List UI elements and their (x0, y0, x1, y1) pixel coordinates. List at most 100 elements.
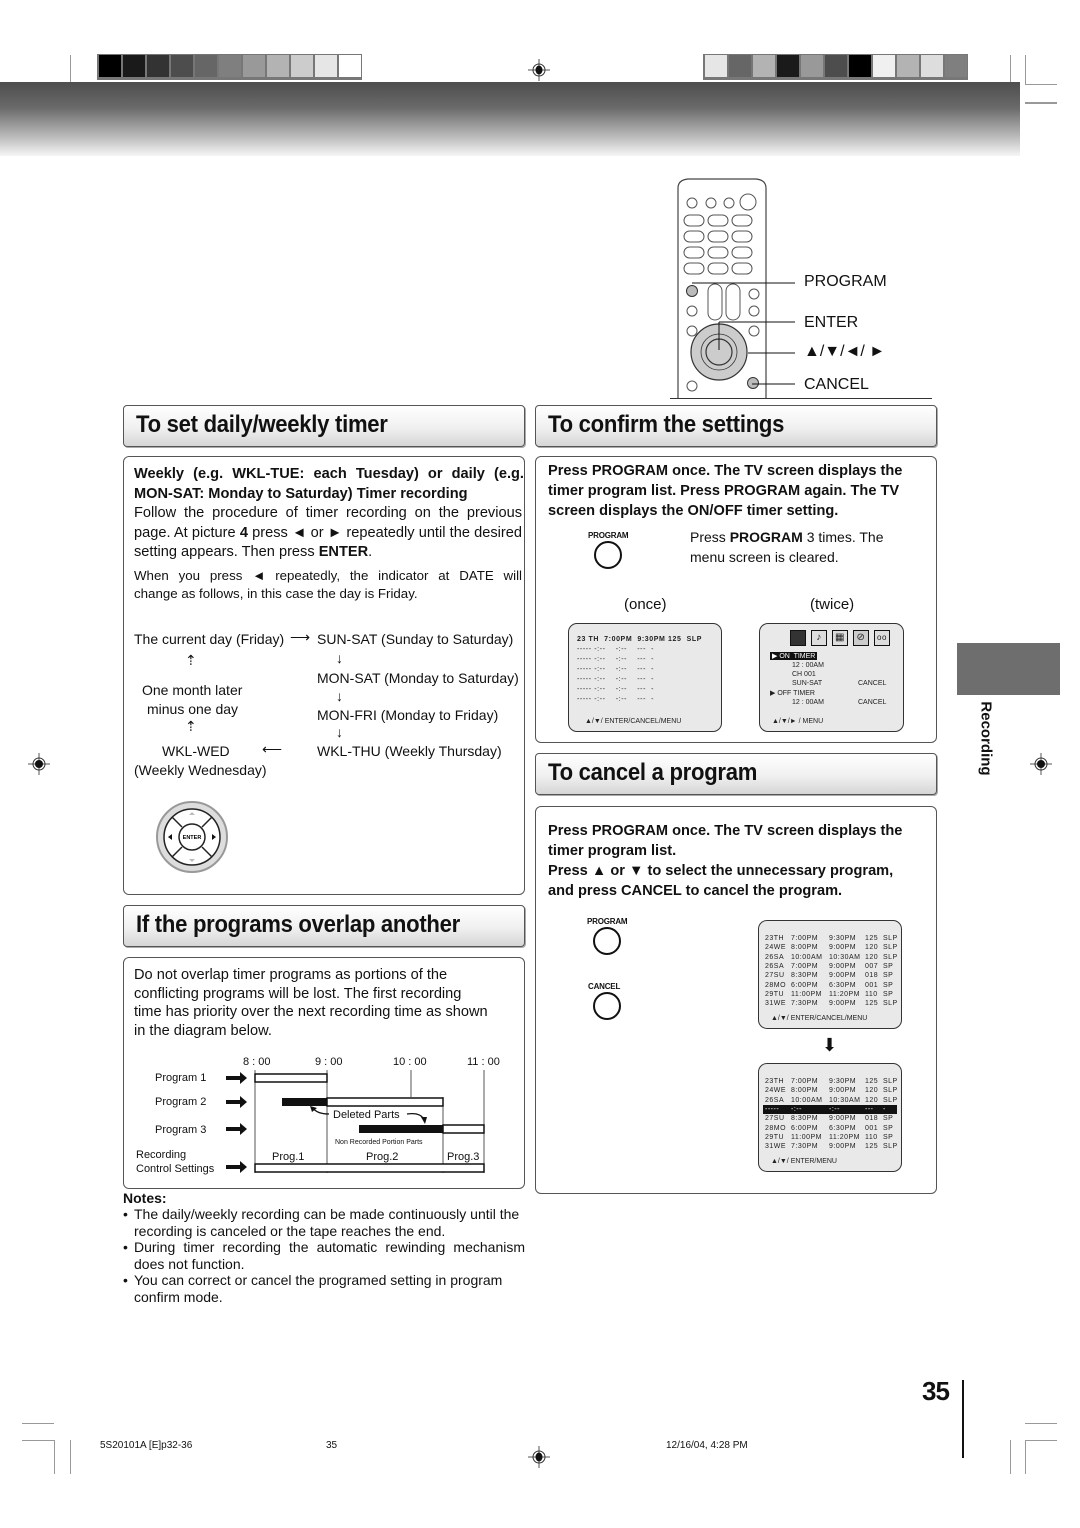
recording-control-bar (254, 1163, 485, 1173)
program-list-cell: SP (883, 1115, 894, 1123)
tv-screen-program-list: 23 TH 7:00PM 9:30PM 125 SLP ----- -:-- -… (568, 623, 722, 732)
program-list-cell: SLP (883, 1000, 898, 1008)
tv-screen-program-list-after: 23TH 7:00PM 9:30PM 125 SLP 24WE 8:00PM 9:00PM 12… (758, 1063, 902, 1172)
registration-mark-icon (528, 59, 550, 81)
page-number-rule (962, 1380, 964, 1458)
flow-arrow-left: ⟵ (262, 741, 283, 757)
grayscale-strip-right (703, 54, 968, 80)
row-label: Recording (136, 1149, 186, 1161)
crop-mark (1025, 102, 1057, 104)
program-list-cell: 26SA (765, 1096, 785, 1104)
tv-screen-on-off-timer: ♪ ▦ ⊘ oo ▶ ON TIMER 12 : 00AM CH 001 SUN… (759, 623, 904, 732)
program-row: ----- -:-- -:-- --- - (577, 676, 655, 683)
notes-list: • The daily/weekly recording can be made… (123, 1206, 525, 1306)
program-list-cell: 9:00PM (829, 962, 857, 970)
flow-mon-sat: MON-SAT (Monday to Saturday) (317, 670, 519, 686)
note-item: • During timer recording the automatic r… (123, 1239, 525, 1272)
program-list-cell: 29TU (765, 1133, 785, 1141)
side-tab-label: Recording (977, 701, 995, 776)
program-list-cell: 11:00PM (791, 990, 822, 998)
flow-wkl-wed-desc: (Weekly Wednesday) (134, 762, 267, 778)
disc-icon: ⊘ (853, 630, 869, 646)
program-list-cell: SLP (883, 953, 898, 961)
flow-arrow-down: ↓ (336, 724, 343, 740)
overlap-timeline-diagram: 8 : 00 9 : 00 10 : 00 11 : 00 Program 1 … (136, 1056, 500, 1175)
program-row: ----- -:-- -:-- --- - (577, 696, 655, 703)
program-list-cell: - (883, 1105, 886, 1113)
divider (670, 398, 932, 399)
grid-icon: ▦ (832, 630, 848, 646)
screen-footer: ▲/▼/ ENTER/MENU (771, 1158, 837, 1165)
flow-mon-fri: MON-FRI (Monday to Friday) (317, 707, 499, 723)
row-label: Program 3 (155, 1124, 206, 1136)
cancel-instructions: Press PROGRAM once. The TV screen displa… (548, 823, 903, 899)
program-list-cell: 018 (865, 972, 879, 980)
twice-label: (twice) (810, 596, 855, 613)
program-list-cell: 10:30AM (829, 1096, 861, 1104)
flow-minus-day: minus one day (147, 701, 239, 717)
crop-mark (22, 1440, 54, 1441)
program-list-cell: 27SU (765, 972, 785, 980)
cancel-option: CANCEL (858, 699, 887, 706)
program-list-cell: 9:00PM (829, 1000, 857, 1008)
program-list-cell: 24WE (765, 1087, 787, 1095)
section-title: To set daily/weekly timer (136, 411, 388, 438)
program-list-cell: 31WE (765, 1143, 787, 1151)
time-label: 9 : 00 (315, 1056, 343, 1068)
program-list-cell: 7:00PM (791, 962, 819, 970)
crop-mark (1025, 84, 1057, 85)
crop-mark (1010, 1440, 1011, 1474)
notes-title: Notes: (123, 1190, 167, 1206)
program-list-cell: SP (883, 972, 894, 980)
program-1-bar (254, 1073, 328, 1083)
program-list-cell: 28MO (765, 981, 787, 989)
program-list-cell: 8:30PM (791, 1115, 819, 1123)
program-list-cell: 8:30PM (791, 972, 819, 980)
deleted-parts-label: Deleted Parts (333, 1109, 400, 1121)
program-list-cell: SLP (883, 935, 898, 942)
program-row: ----- -:-- -:-- --- - (577, 686, 655, 693)
grayscale-strip-left (97, 54, 362, 80)
clock-icon (790, 630, 806, 646)
segment-label: Prog.2 (366, 1151, 398, 1163)
page-number: 35 (922, 1376, 950, 1406)
registration-mark-icon (1030, 753, 1052, 775)
program-list-cell: 28MO (765, 1124, 787, 1132)
set-timer-heading: Weekly (e.g. WKL-TUE: each Tuesday) or d… (134, 466, 524, 502)
cancel-button-icon[interactable] (593, 992, 621, 1020)
program-list-cell: --- (865, 1105, 874, 1113)
crop-mark (54, 1440, 55, 1474)
cancel-option: CANCEL (858, 680, 887, 687)
date-indicator-note: When you press ◄ repeatedly, the indicat… (134, 568, 522, 601)
program-list-cell: 9:00PM (829, 1087, 857, 1095)
program-button-icon[interactable] (593, 927, 621, 955)
once-label: (once) (624, 596, 667, 613)
program-list-cell: 001 (865, 1124, 879, 1132)
time-label: 11 : 00 (467, 1056, 500, 1068)
program-list-cell: 110 (865, 1133, 878, 1141)
section-title: To cancel a program (548, 759, 758, 786)
time-label: 10 : 00 (393, 1056, 427, 1068)
row-label: Control Settings (136, 1163, 215, 1175)
program-list-cell: ----- (765, 1105, 780, 1113)
segment-label: Prog.3 (447, 1151, 479, 1163)
program-list-cell: 26SA (765, 953, 785, 961)
program-list-cell: 10:00AM (791, 953, 823, 961)
program-list-cell: SP (883, 1124, 894, 1132)
program-button-icon[interactable] (594, 541, 622, 569)
program-list-cell: SLP (883, 1096, 898, 1104)
section-title: If the programs overlap another (136, 911, 460, 938)
program-list-cell: 6:00PM (791, 1124, 819, 1132)
flow-arrow-right: ⟶ (290, 629, 311, 645)
flow-one-month: One month later (142, 682, 243, 698)
remote-label-arrows: ▲/▼/◄/ ► (804, 343, 886, 360)
side-tab-block (957, 643, 1060, 695)
flow-wkl-thu: WKL-THU (Weekly Thursday) (317, 743, 502, 759)
crop-mark (70, 1440, 71, 1474)
row-label: Program 1 (155, 1072, 206, 1084)
press-program-note: Press PROGRAM 3 times. The menu screen i… (690, 529, 884, 565)
section-header-overlap: If the programs overlap another (123, 905, 525, 947)
program-list-cell: 8:00PM (791, 944, 819, 952)
program-list-cell: 6:30PM (829, 1124, 857, 1132)
enter-navigation-pad-icon[interactable]: ENTER (155, 800, 229, 874)
